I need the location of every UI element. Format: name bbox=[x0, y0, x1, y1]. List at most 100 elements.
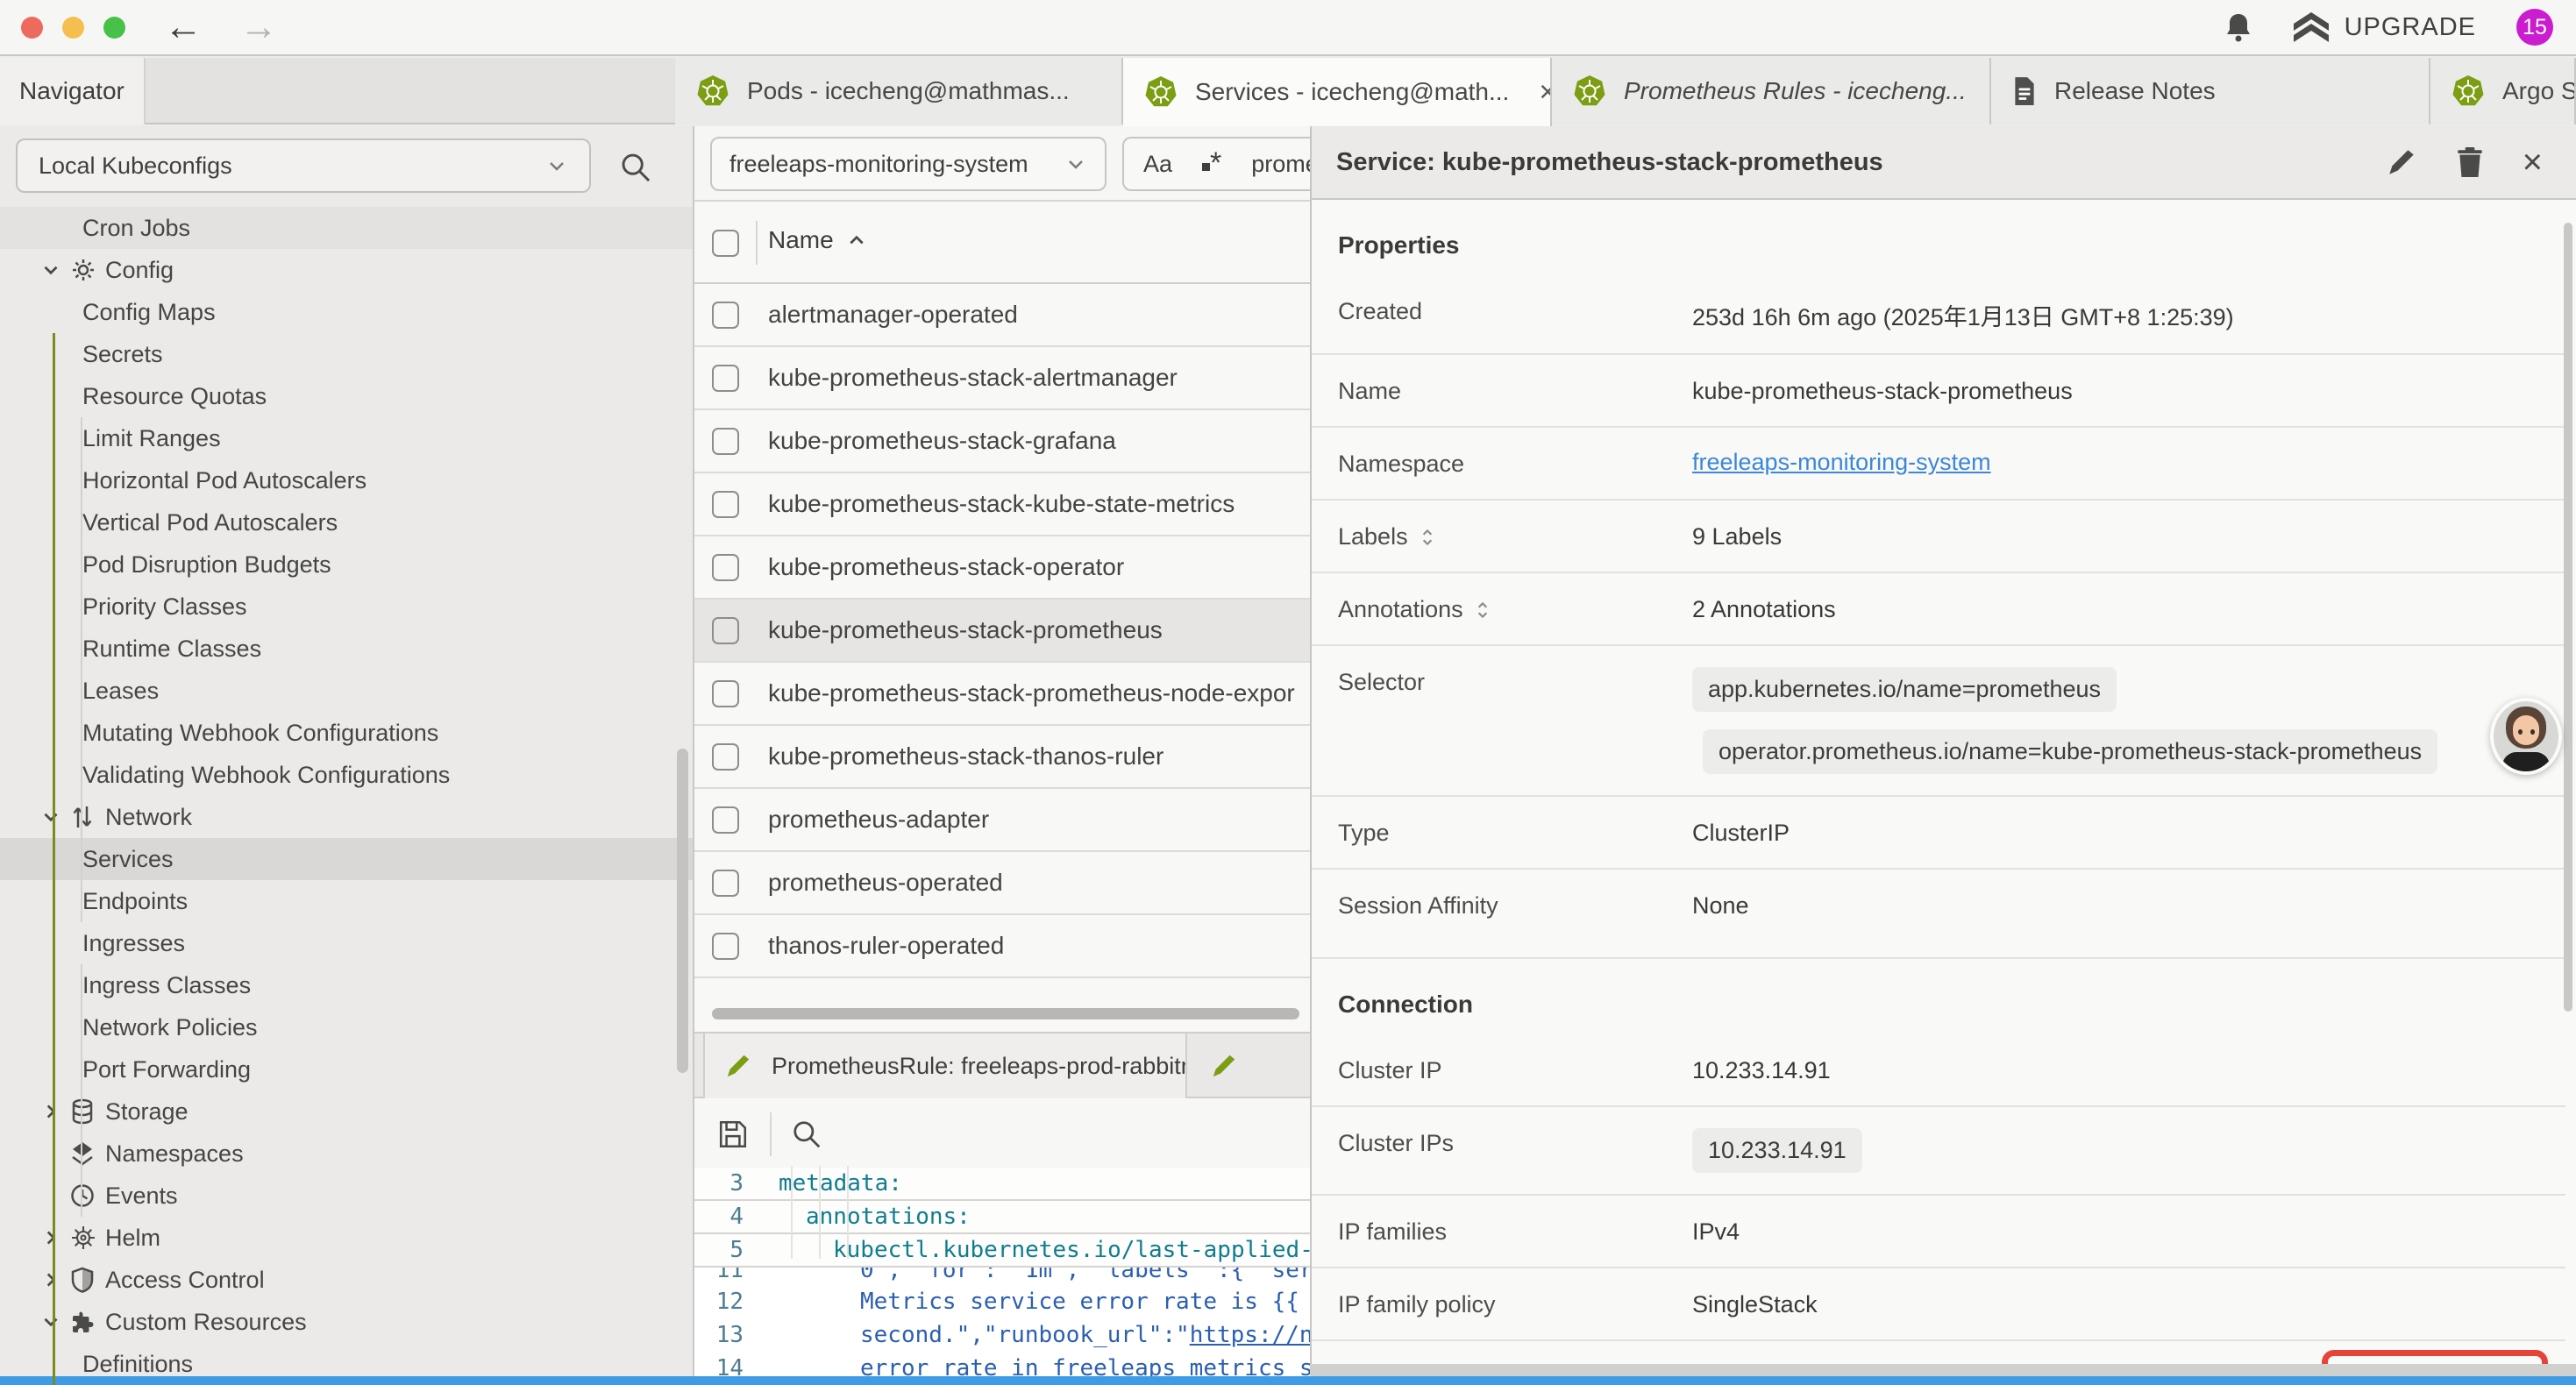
tab-prometheus-rules-icecheng[interactable]: Prometheus Rules - icecheng... bbox=[1552, 58, 1991, 124]
row-checkbox[interactable] bbox=[712, 617, 739, 644]
sidebar-item-label: Pod Disruption Budgets bbox=[82, 551, 331, 579]
table-horizontal-scrollbar[interactable] bbox=[712, 1008, 1299, 1019]
sidebar-item-runtime-classes[interactable]: Runtime Classes bbox=[0, 628, 693, 670]
service-detail-panel: Service: kube-prometheus-stack-prometheu… bbox=[1310, 126, 2576, 1385]
sidebar-item-network-policies[interactable]: Network Policies bbox=[0, 1006, 693, 1048]
chevron-right-icon[interactable] bbox=[40, 1269, 61, 1290]
tab-close-icon[interactable]: × bbox=[1526, 75, 1552, 110]
delete-trash-icon[interactable] bbox=[2456, 146, 2484, 178]
row-checkbox[interactable] bbox=[712, 743, 739, 771]
table-row-kube-prometheus-stack-grafana[interactable]: kube-prometheus-stack-grafana bbox=[694, 410, 1312, 473]
sidebar-item-vertical-pod-autoscalers[interactable]: Vertical Pod Autoscalers bbox=[0, 501, 693, 543]
row-checkbox[interactable] bbox=[712, 491, 739, 518]
row-checkbox[interactable] bbox=[712, 806, 739, 834]
tab-pods-icecheng-mathmas[interactable]: Pods - icecheng@mathmas... bbox=[675, 58, 1123, 124]
chevron-right-icon[interactable] bbox=[40, 1227, 61, 1248]
row-checkbox[interactable] bbox=[712, 933, 739, 960]
sidebar-item-network[interactable]: Network bbox=[0, 796, 693, 838]
chevron-down-icon[interactable] bbox=[40, 259, 61, 281]
sidebar-item-validating-webhook-configurations[interactable]: Validating Webhook Configurations bbox=[0, 754, 693, 796]
sidebar-item-mutating-webhook-configurations[interactable]: Mutating Webhook Configurations bbox=[0, 712, 693, 754]
forward-button[interactable]: → bbox=[239, 8, 278, 46]
sidebar-item-ingresses[interactable]: Ingresses bbox=[0, 922, 693, 964]
sidebar-item-horizontal-pod-autoscalers[interactable]: Horizontal Pod Autoscalers bbox=[0, 459, 693, 501]
row-checkbox[interactable] bbox=[712, 428, 739, 455]
table-row-prometheus-operated[interactable]: prometheus-operated bbox=[694, 852, 1312, 915]
edit-pencil-icon[interactable] bbox=[2386, 146, 2417, 178]
close-window-button[interactable] bbox=[21, 17, 43, 39]
sidebar-item-port-forwarding[interactable]: Port Forwarding bbox=[0, 1048, 693, 1090]
table-row-prometheus-adapter[interactable]: prometheus-adapter bbox=[694, 789, 1312, 852]
regex-toggle[interactable]: * bbox=[1202, 152, 1221, 175]
minimize-window-button[interactable] bbox=[62, 17, 84, 39]
clock-icon bbox=[70, 1183, 95, 1208]
chevron-right-icon[interactable] bbox=[40, 1101, 61, 1122]
editor-tab[interactable]: PrometheusRule: freeleaps-prod-rabbitmq bbox=[703, 1033, 1187, 1098]
editor-tab-label: PrometheusRule: freeleaps-prod-rabbitmq bbox=[772, 1053, 1187, 1080]
column-header-name[interactable]: Name bbox=[768, 226, 865, 254]
table-row-kube-prometheus-stack-prometheus[interactable]: kube-prometheus-stack-prometheus bbox=[694, 600, 1312, 663]
sidebar-item-priority-classes[interactable]: Priority Classes bbox=[0, 586, 693, 628]
table-row-thanos-ruler-operated[interactable]: thanos-ruler-operated bbox=[694, 915, 1312, 978]
close-icon[interactable]: × bbox=[2523, 145, 2543, 180]
namespace-selector[interactable]: freeleaps-monitoring-system bbox=[710, 137, 1107, 191]
sidebar-item-custom-resources[interactable]: Custom Resources bbox=[0, 1301, 693, 1343]
kubeconfig-selector-value: Local Kubeconfigs bbox=[39, 153, 232, 180]
upgrade-button[interactable]: UPGRADE bbox=[2294, 12, 2476, 42]
sidebar-item-ingress-classes[interactable]: Ingress Classes bbox=[0, 964, 693, 1006]
editor-search-icon[interactable] bbox=[791, 1119, 822, 1150]
tab-release-notes[interactable]: Release Notes bbox=[1991, 58, 2430, 124]
sidebar-item-secrets[interactable]: Secrets bbox=[0, 333, 693, 375]
chevron-down-icon[interactable] bbox=[40, 806, 61, 827]
row-checkbox[interactable] bbox=[712, 302, 739, 329]
table-row-kube-prometheus-stack-thanos-ruler[interactable]: kube-prometheus-stack-thanos-ruler bbox=[694, 726, 1312, 789]
namespace-link[interactable]: freeleaps-monitoring-system bbox=[1692, 449, 1991, 476]
tab-services-icecheng-math[interactable]: Services - icecheng@math...× bbox=[1123, 58, 1552, 126]
sidebar-item-access-control[interactable]: Access Control bbox=[0, 1259, 693, 1301]
kubeconfig-selector[interactable]: Local Kubeconfigs bbox=[16, 138, 591, 193]
service-name: alertmanager-operated bbox=[768, 301, 1303, 329]
row-checkbox[interactable] bbox=[712, 870, 739, 897]
sidebar-search-icon[interactable] bbox=[619, 151, 652, 184]
sort-updown-icon[interactable] bbox=[1420, 527, 1434, 548]
sidebar-item-leases[interactable]: Leases bbox=[0, 670, 693, 712]
sort-updown-icon[interactable] bbox=[1476, 600, 1490, 621]
chevron-down-icon[interactable] bbox=[40, 1311, 61, 1332]
sidebar-item-limit-ranges[interactable]: Limit Ranges bbox=[0, 417, 693, 459]
zoom-window-button[interactable] bbox=[103, 17, 125, 39]
detail-scrollbar[interactable] bbox=[2564, 223, 2572, 1012]
sidebar-item-config[interactable]: Config bbox=[0, 249, 693, 291]
row-checkbox[interactable] bbox=[712, 365, 739, 392]
sidebar-item-pod-disruption-budgets[interactable]: Pod Disruption Budgets bbox=[0, 543, 693, 586]
sidebar-item-services[interactable]: Services bbox=[0, 838, 693, 880]
yaml-editor[interactable]: 3metadata:4annotations:5kubectl.kubernet… bbox=[694, 1168, 1312, 1385]
sidebar-item-helm[interactable]: Helm bbox=[0, 1217, 693, 1259]
row-checkbox[interactable] bbox=[712, 554, 739, 581]
select-all-checkbox[interactable] bbox=[712, 230, 739, 257]
table-row-kube-prometheus-stack-kube-state-metrics[interactable]: kube-prometheus-stack-kube-state-metrics bbox=[694, 473, 1312, 536]
table-row-kube-prometheus-stack-operator[interactable]: kube-prometheus-stack-operator bbox=[694, 536, 1312, 600]
sidebar-item-events[interactable]: Events bbox=[0, 1175, 693, 1217]
editor-tab-partial[interactable] bbox=[1191, 1033, 1312, 1098]
sidebar-item-config-maps[interactable]: Config Maps bbox=[0, 291, 693, 333]
sidebar-item-cron-jobs[interactable]: Cron Jobs bbox=[0, 207, 693, 249]
sidebar-item-resource-quotas[interactable]: Resource Quotas bbox=[0, 375, 693, 417]
sidebar-item-definitions[interactable]: Definitions bbox=[0, 1343, 693, 1378]
match-case-toggle[interactable]: Aa bbox=[1143, 151, 1172, 178]
tab-navigator[interactable]: Navigator bbox=[0, 58, 146, 124]
sidebar-item-storage[interactable]: Storage bbox=[0, 1090, 693, 1133]
tab-argo-se[interactable]: Argo Se bbox=[2430, 58, 2576, 124]
table-row-kube-prometheus-stack-alertmanager[interactable]: kube-prometheus-stack-alertmanager bbox=[694, 347, 1312, 410]
row-checkbox[interactable] bbox=[712, 680, 739, 707]
back-button[interactable]: ← bbox=[164, 8, 203, 46]
sidebar-scrollbar[interactable] bbox=[677, 749, 688, 1073]
profile-badge[interactable]: 15 bbox=[2516, 9, 2553, 46]
assistant-avatar[interactable] bbox=[2490, 698, 2562, 775]
notifications-bell-icon[interactable] bbox=[2224, 11, 2253, 43]
service-name: kube-prometheus-stack-grafana bbox=[768, 427, 1303, 455]
sidebar-item-namespaces[interactable]: Namespaces bbox=[0, 1133, 693, 1175]
table-row-alertmanager-operated[interactable]: alertmanager-operated bbox=[694, 284, 1312, 347]
table-row-kube-prometheus-stack-prometheus-node-expor[interactable]: kube-prometheus-stack-prometheus-node-ex… bbox=[694, 663, 1312, 726]
sidebar-item-endpoints[interactable]: Endpoints bbox=[0, 880, 693, 922]
save-icon[interactable] bbox=[717, 1119, 749, 1150]
